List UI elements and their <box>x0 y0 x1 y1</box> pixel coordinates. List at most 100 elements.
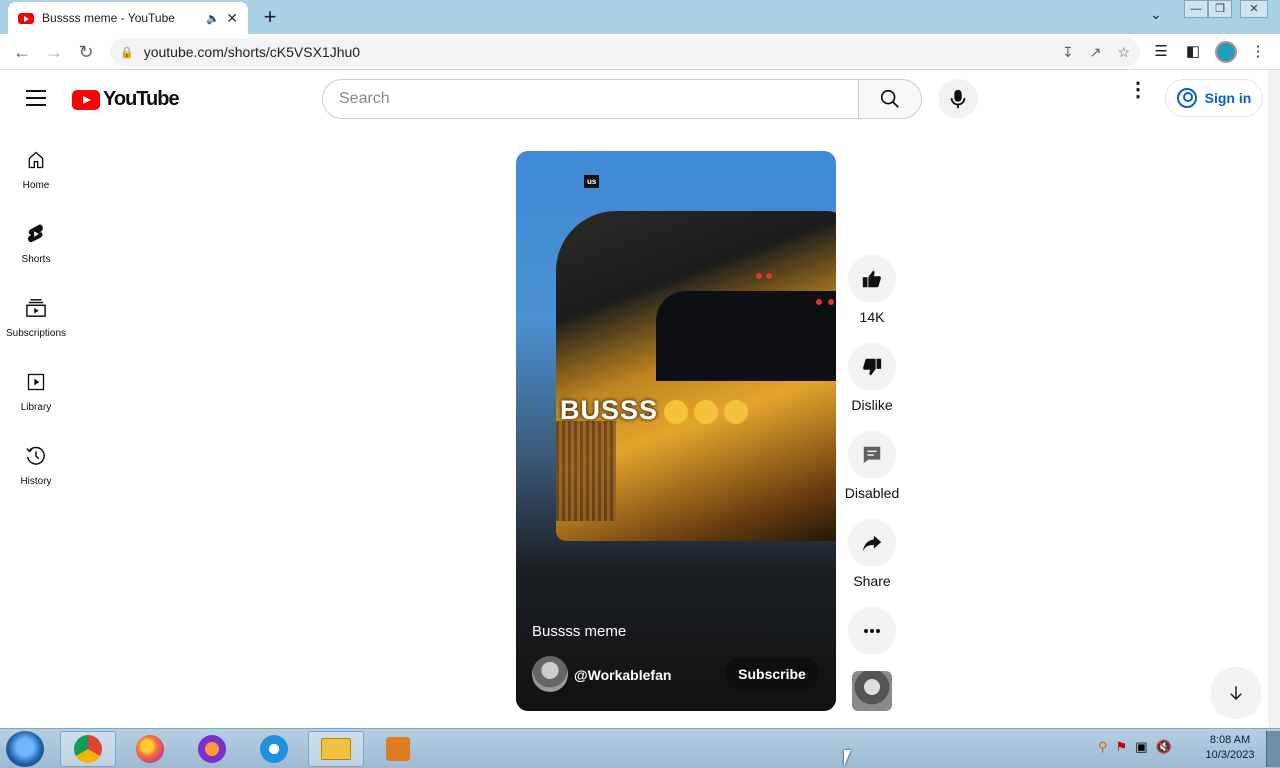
shorts-icon <box>27 224 43 243</box>
tab-search-chevron-icon[interactable]: ⌄ <box>1150 6 1162 23</box>
sidebar-item-label: Home <box>22 180 50 191</box>
thumbs-up-icon <box>862 270 881 288</box>
mouse-cursor-icon <box>844 750 858 766</box>
shorts-actions: 14K Dislike Disabled Share <box>836 255 908 695</box>
sidebar-item-library[interactable]: Library <box>0 362 72 436</box>
shorts-video-player[interactable]: us BUSSS Bussss meme @Workablefan Subscr… <box>516 151 836 711</box>
dislike-button[interactable] <box>848 343 896 391</box>
speaker-icon[interactable]: 🔈 <box>206 12 220 25</box>
sidebar-item-label: Library <box>20 402 52 413</box>
comment-icon <box>863 446 881 464</box>
sidebar-item-label: History <box>20 476 52 487</box>
sidebar-item-home[interactable]: Home <box>0 140 72 214</box>
home-icon <box>28 151 44 169</box>
sidebar-item-label: Subscriptions <box>5 328 67 339</box>
volume-muted-icon[interactable]: 🔇 <box>1155 739 1171 755</box>
show-desktop-button[interactable] <box>1266 731 1280 767</box>
windows-taskbar: ⚲ ⚑ ▣ 🔇 8:08 AM 10/3/2023 <box>0 728 1280 768</box>
browser-tab-strip: Bussss meme - YouTube 🔈 ✕ + ⌄ — ❐ ✕ <box>0 0 1280 34</box>
folder-icon <box>321 738 351 760</box>
like-count: 14K <box>859 309 885 325</box>
close-tab-icon[interactable]: ✕ <box>226 10 238 27</box>
lock-icon[interactable]: 🔒 <box>120 46 134 59</box>
search-input[interactable]: Search <box>322 79 860 119</box>
taskbar-clock[interactable]: 8:08 AM 10/3/2023 <box>1198 733 1262 763</box>
url-text: youtube.com/shorts/cK5VSX1Jhu0 <box>143 44 361 60</box>
chrome-icon <box>74 735 102 763</box>
menu-hamburger-icon[interactable] <box>26 90 46 111</box>
settings-dots-icon[interactable]: ⋮ <box>1128 80 1148 100</box>
taskbar-firefox[interactable] <box>122 731 178 767</box>
new-tab-button[interactable]: + <box>258 4 282 30</box>
taskbar-file-explorer[interactable] <box>308 731 364 767</box>
sound-thumbnail[interactable] <box>852 671 892 711</box>
taskbar-private-browser[interactable] <box>184 731 240 767</box>
more-options-button[interactable] <box>848 607 896 655</box>
search-button[interactable] <box>858 79 922 119</box>
sidebar-item-shorts[interactable]: Shorts <box>0 214 72 288</box>
sidebar-item-subscriptions[interactable]: Subscriptions <box>0 288 72 362</box>
sidebar-item-history[interactable]: History <box>0 436 72 510</box>
sign-in-label: Sign in <box>1204 90 1252 106</box>
back-arrow-icon[interactable]: ← <box>10 40 34 64</box>
search-tray-icon[interactable]: ⚲ <box>1098 739 1108 755</box>
internet-explorer-icon <box>260 735 288 763</box>
video-badge: us <box>584 175 600 188</box>
browser-tab[interactable]: Bussss meme - YouTube 🔈 ✕ <box>8 2 248 34</box>
weary-face-emoji-icon <box>664 399 689 424</box>
next-short-button[interactable] <box>1210 667 1262 719</box>
like-action: 14K <box>836 255 908 343</box>
network-icon[interactable]: ▣ <box>1135 739 1147 755</box>
browser-menu-icon[interactable]: ⋮ <box>1248 42 1268 60</box>
minimize-button[interactable]: — <box>1184 0 1208 18</box>
reload-icon[interactable]: ↻ <box>74 40 98 64</box>
share-button[interactable] <box>848 519 896 567</box>
voice-search-button[interactable] <box>938 79 978 119</box>
sign-in-button[interactable]: Sign in <box>1165 79 1263 117</box>
action-center-flag-icon[interactable]: ⚑ <box>1116 739 1128 755</box>
address-bar[interactable]: 🔒 youtube.com/shorts/cK5VSX1Jhu0 ↧ ↗ ☆ <box>110 38 1140 66</box>
taskbar-chrome[interactable] <box>60 731 116 767</box>
like-button[interactable] <box>848 255 896 303</box>
media-control-icon[interactable]: ☰ <box>1151 42 1171 60</box>
page-scrollbar[interactable] <box>1268 70 1280 728</box>
subscriptions-icon <box>26 299 46 317</box>
dislike-action: Dislike <box>836 343 908 431</box>
browser-toolbar: ← → ↻ 🔒 youtube.com/shorts/cK5VSX1Jhu0 ↧… <box>0 34 1280 70</box>
weary-face-emoji-icon <box>694 399 719 424</box>
media-player-icon <box>386 737 410 761</box>
window-close-button[interactable]: ✕ <box>1240 0 1268 18</box>
youtube-logo[interactable]: YouTube <box>72 88 180 111</box>
side-panel-icon[interactable]: ◧ <box>1183 42 1203 60</box>
taskbar-internet-explorer[interactable] <box>246 731 302 767</box>
subscribe-button[interactable]: Subscribe <box>725 657 819 691</box>
comments-label: Disabled <box>844 485 900 501</box>
youtube-header: YouTube Search ⋮ Sign in <box>0 70 1268 128</box>
history-icon <box>26 446 45 465</box>
install-icon[interactable]: ↧ <box>1062 44 1074 61</box>
restore-button[interactable]: ❐ <box>1208 0 1232 18</box>
weary-face-emoji-icon <box>724 399 749 424</box>
more-horizontal-icon <box>864 629 880 633</box>
clock-date: 10/3/2023 <box>1205 749 1255 761</box>
comments-button[interactable] <box>848 431 896 479</box>
youtube-play-icon <box>72 89 100 110</box>
channel-avatar[interactable] <box>532 656 568 692</box>
library-icon <box>27 373 45 391</box>
channel-name[interactable]: @Workablefan <box>574 667 671 683</box>
mask-icon <box>198 735 226 763</box>
bookmark-star-icon[interactable]: ☆ <box>1117 44 1130 61</box>
comments-action: Disabled <box>836 431 908 519</box>
share-page-icon[interactable]: ↗ <box>1090 44 1102 61</box>
system-tray: ⚲ ⚑ ▣ 🔇 <box>1098 739 1172 755</box>
sidebar-item-label: Shorts <box>21 254 51 265</box>
mini-guide-sidebar: Home Shorts Subscriptions Library Histor… <box>0 140 72 510</box>
profile-avatar[interactable] <box>1215 41 1237 63</box>
forward-arrow-icon[interactable]: → <box>42 40 66 64</box>
youtube-favicon-icon <box>18 12 34 24</box>
logo-text: YouTube <box>103 88 180 110</box>
firefox-icon <box>136 735 164 763</box>
start-button[interactable] <box>6 731 44 767</box>
thumbs-down-icon <box>863 358 882 376</box>
taskbar-media-player[interactable] <box>370 731 426 767</box>
